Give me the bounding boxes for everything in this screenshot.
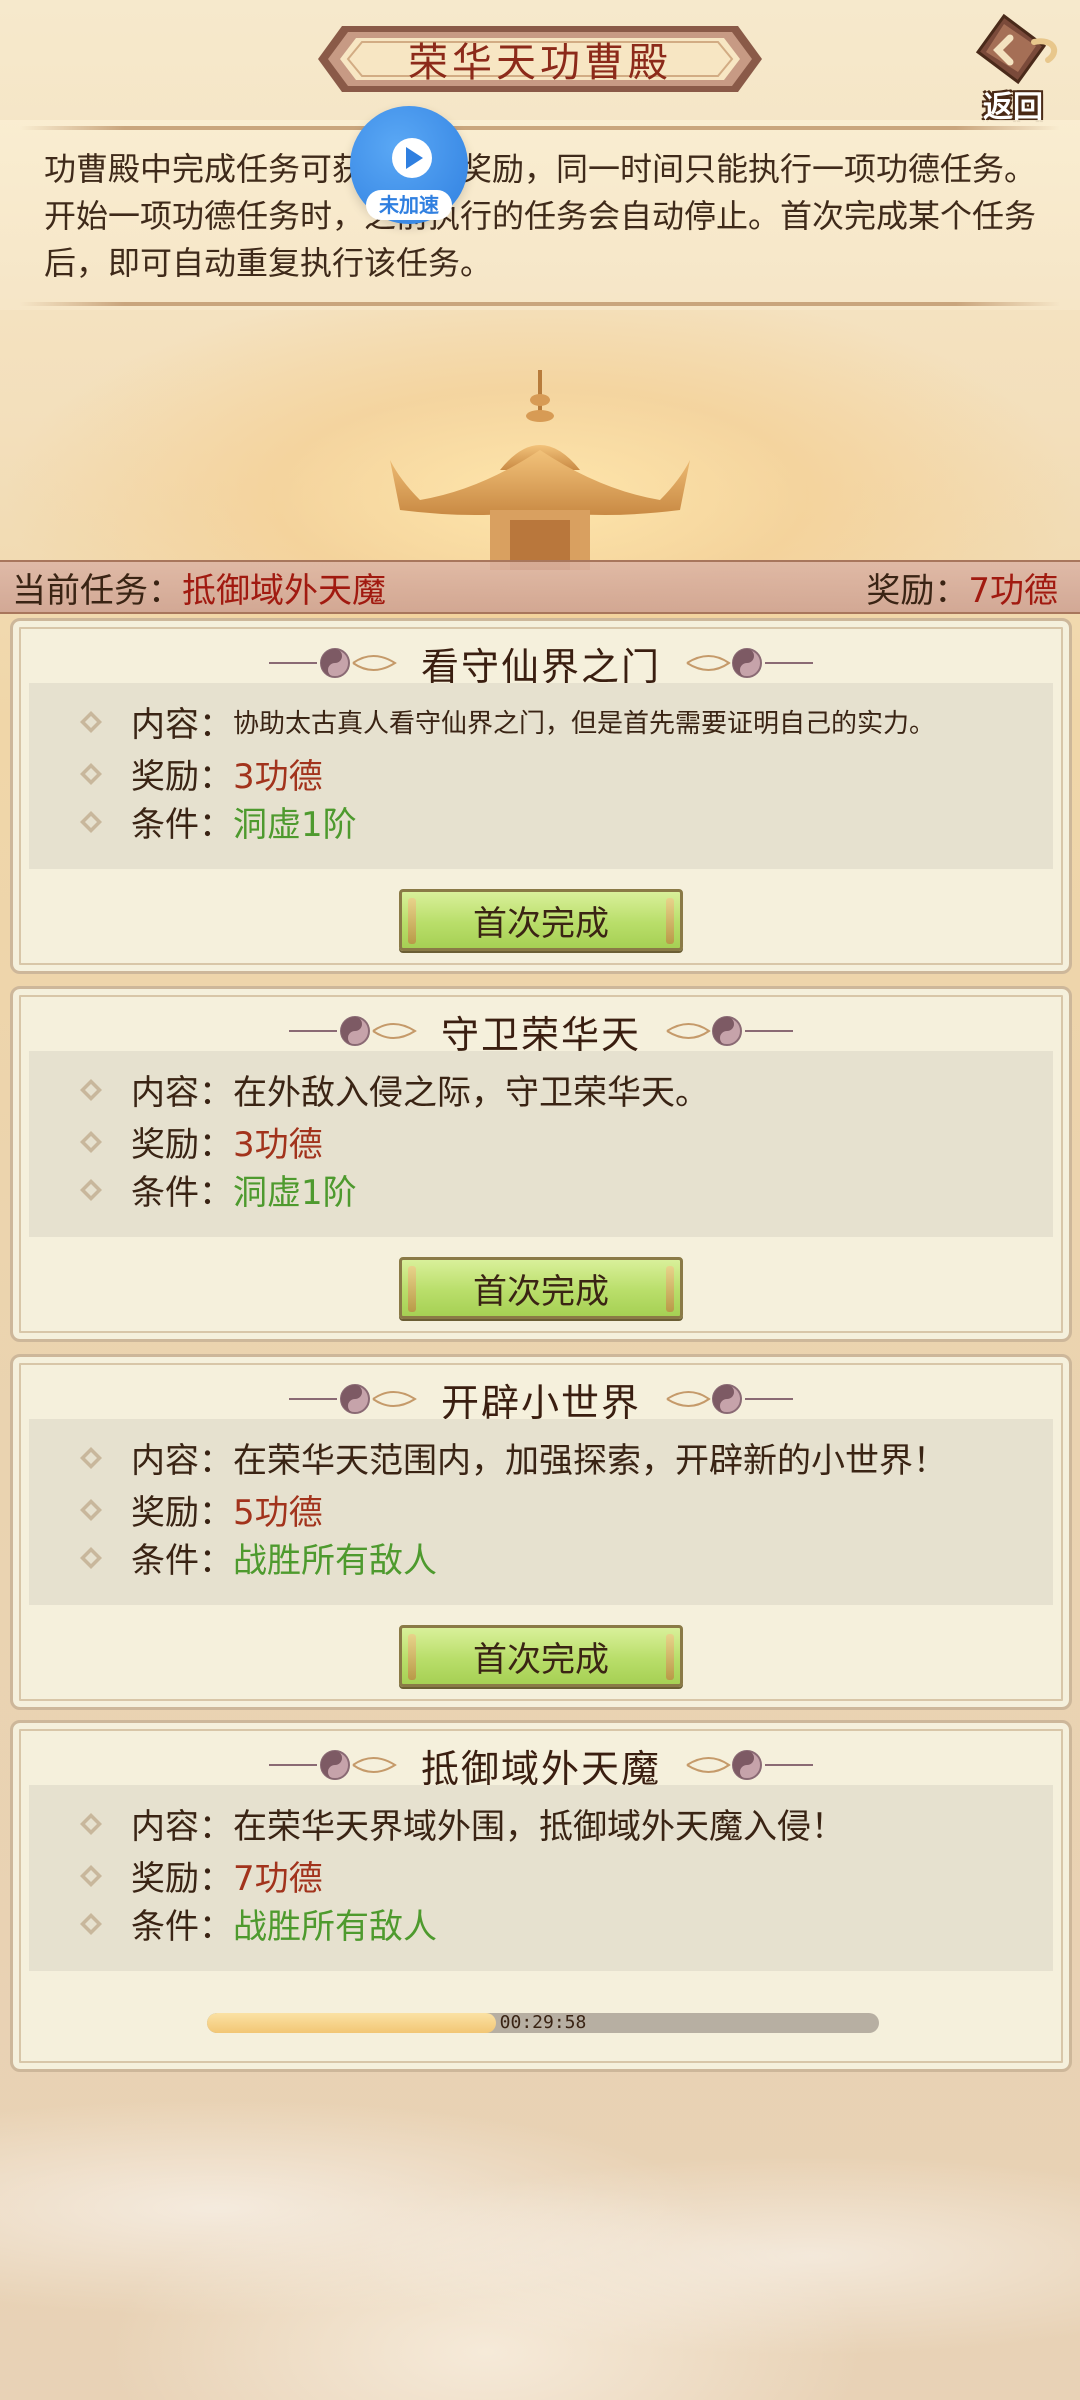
task-reward-row: 奖励： 3功德 xyxy=(79,749,323,798)
task-condition-row: 条件： 战胜所有敌人 xyxy=(79,1899,437,1948)
current-task-name: 抵御域外天魔 xyxy=(182,570,386,611)
ornament-right-icon xyxy=(666,1384,793,1414)
task-details: 内容： 协助太古真人看守仙界之门，但是首先需要证明自己的实力。 奖励： 3功德 … xyxy=(29,683,1053,869)
task-timer: 00:29:58 xyxy=(499,2013,587,2033)
condition-label: 条件： xyxy=(131,1541,233,1581)
task-card: 守卫荣华天 内容： 在外敌入侵之际，守卫荣华天。 奖励： 3功德 条件： 洞虚1… xyxy=(10,986,1072,1342)
condition-label: 条件： xyxy=(131,805,233,845)
diamond-bullet-icon xyxy=(80,1864,102,1887)
task-details: 内容： 在荣华天界域外围，抵御域外天魔入侵！ 奖励： 7功德 条件： 战胜所有敌… xyxy=(29,1785,1053,1971)
task-condition-row: 条件： 洞虚1阶 xyxy=(79,797,357,846)
page-title: 荣华天功曹殿 xyxy=(408,40,672,86)
ornament-left-icon xyxy=(288,1384,417,1414)
current-reward: 奖励：7功德 xyxy=(866,563,1058,612)
task-condition: 战胜所有敌人 xyxy=(233,1907,437,1947)
divider xyxy=(20,126,1060,130)
current-task-label: 当前任务： xyxy=(12,570,182,611)
task-condition-row: 条件： 洞虚1阶 xyxy=(79,1165,357,1214)
diamond-bullet-icon xyxy=(80,762,102,785)
reward-label: 奖励： xyxy=(131,1493,233,1533)
task-reward: 3功德 xyxy=(233,757,323,797)
ornament-right-icon xyxy=(686,648,813,678)
task-reward-row: 奖励： 7功德 xyxy=(79,1851,323,1900)
content-label: 内容： xyxy=(131,1073,233,1113)
content-label: 内容： xyxy=(131,705,233,745)
task-details: 内容： 在外敌入侵之际，守卫荣华天。 奖励： 3功德 条件： 洞虚1阶 xyxy=(29,1051,1053,1237)
reward-label: 奖励： xyxy=(131,1125,233,1165)
task-content: 在荣华天界域外围，抵御域外天魔入侵！ xyxy=(233,1807,845,1847)
diamond-bullet-icon xyxy=(80,1812,102,1835)
task-reward: 7功德 xyxy=(233,1859,323,1899)
ornament-left-icon xyxy=(268,1750,397,1780)
task-content: 在外敌入侵之际，守卫荣华天。 xyxy=(233,1073,709,1113)
first-complete-button[interactable]: 首次完成 xyxy=(399,889,683,951)
task-condition: 战胜所有敌人 xyxy=(233,1541,437,1581)
current-reward-label: 奖励： xyxy=(866,570,969,611)
content-label: 内容： xyxy=(131,1807,233,1847)
cloud-background xyxy=(0,2080,1080,2400)
description-text: 功曹殿中完成任务可获得功德奖励，同一时间只能执行一项功德任务。开始一项功德任务时… xyxy=(44,150,1037,282)
reward-label: 奖励： xyxy=(131,757,233,797)
diamond-bullet-icon xyxy=(80,1130,102,1153)
current-reward-value: 7功德 xyxy=(968,570,1058,611)
pagoda-illustration xyxy=(390,370,690,570)
diamond-bullet-icon xyxy=(80,1446,102,1469)
task-condition-row: 条件： 战胜所有敌人 xyxy=(79,1533,437,1582)
accelerate-status-label: 未加速 xyxy=(366,190,452,220)
ornament-right-icon xyxy=(666,1016,793,1046)
task-content-row: 内容： 在荣华天范围内，加强探索，开辟新的小世界！ xyxy=(79,1433,947,1482)
current-task: 当前任务：抵御域外天魔 xyxy=(12,563,386,612)
diamond-bullet-icon xyxy=(80,1498,102,1521)
task-card-active: 抵御域外天魔 内容： 在荣华天界域外围，抵御域外天魔入侵！ 奖励： 7功德 条件… xyxy=(10,1720,1072,2072)
ornament-left-icon xyxy=(268,648,397,678)
ornament-right-icon xyxy=(686,1750,813,1780)
diamond-bullet-icon xyxy=(80,710,102,733)
diamond-bullet-icon xyxy=(80,1546,102,1569)
divider xyxy=(20,302,1060,306)
task-content-row: 内容： 在外敌入侵之际，守卫荣华天。 xyxy=(79,1065,709,1114)
diamond-bullet-icon xyxy=(80,1178,102,1201)
ornament-left-icon xyxy=(288,1016,417,1046)
reward-label: 奖励： xyxy=(131,1859,233,1899)
task-details: 内容： 在荣华天范围内，加强探索，开辟新的小世界！ 奖励： 5功德 条件： 战胜… xyxy=(29,1419,1053,1605)
task-reward-row: 奖励： 3功德 xyxy=(79,1117,323,1166)
first-complete-button[interactable]: 首次完成 xyxy=(399,1625,683,1687)
task-reward: 5功德 xyxy=(233,1493,323,1533)
task-condition: 洞虚1阶 xyxy=(233,805,357,845)
condition-label: 条件： xyxy=(131,1173,233,1213)
accelerate-button[interactable]: 未加速 xyxy=(350,106,468,224)
page-title-banner: 荣华天功曹殿 xyxy=(318,20,762,98)
task-content: 协助太古真人看守仙界之门，但是首先需要证明自己的实力。 xyxy=(233,709,936,739)
task-content-row: 内容： 协助太古真人看守仙界之门，但是首先需要证明自己的实力。 xyxy=(79,697,935,746)
diamond-bullet-icon xyxy=(80,1912,102,1935)
first-complete-button[interactable]: 首次完成 xyxy=(399,1257,683,1319)
task-card: 看守仙界之门 内容： 协助太古真人看守仙界之门，但是首先需要证明自己的实力。 奖… xyxy=(10,618,1072,974)
content-label: 内容： xyxy=(131,1441,233,1481)
condition-label: 条件： xyxy=(131,1907,233,1947)
task-reward: 3功德 xyxy=(233,1125,323,1165)
task-progress-bar: 00:29:58 xyxy=(207,2013,879,2033)
task-card: 开辟小世界 内容： 在荣华天范围内，加强探索，开辟新的小世界！ 奖励： 5功德 … xyxy=(10,1354,1072,1710)
diamond-bullet-icon xyxy=(80,1078,102,1101)
task-condition: 洞虚1阶 xyxy=(233,1173,357,1213)
task-content-row: 内容： 在荣华天界域外围，抵御域外天魔入侵！ xyxy=(79,1799,845,1848)
back-button[interactable]: 返回 xyxy=(958,8,1068,125)
task-reward-row: 奖励： 5功德 xyxy=(79,1485,323,1534)
play-icon xyxy=(392,138,432,178)
diamond-bullet-icon xyxy=(80,810,102,833)
current-task-bar: 当前任务：抵御域外天魔 奖励：7功德 xyxy=(0,560,1080,614)
task-content: 在荣华天范围内，加强探索，开辟新的小世界！ xyxy=(233,1441,947,1481)
